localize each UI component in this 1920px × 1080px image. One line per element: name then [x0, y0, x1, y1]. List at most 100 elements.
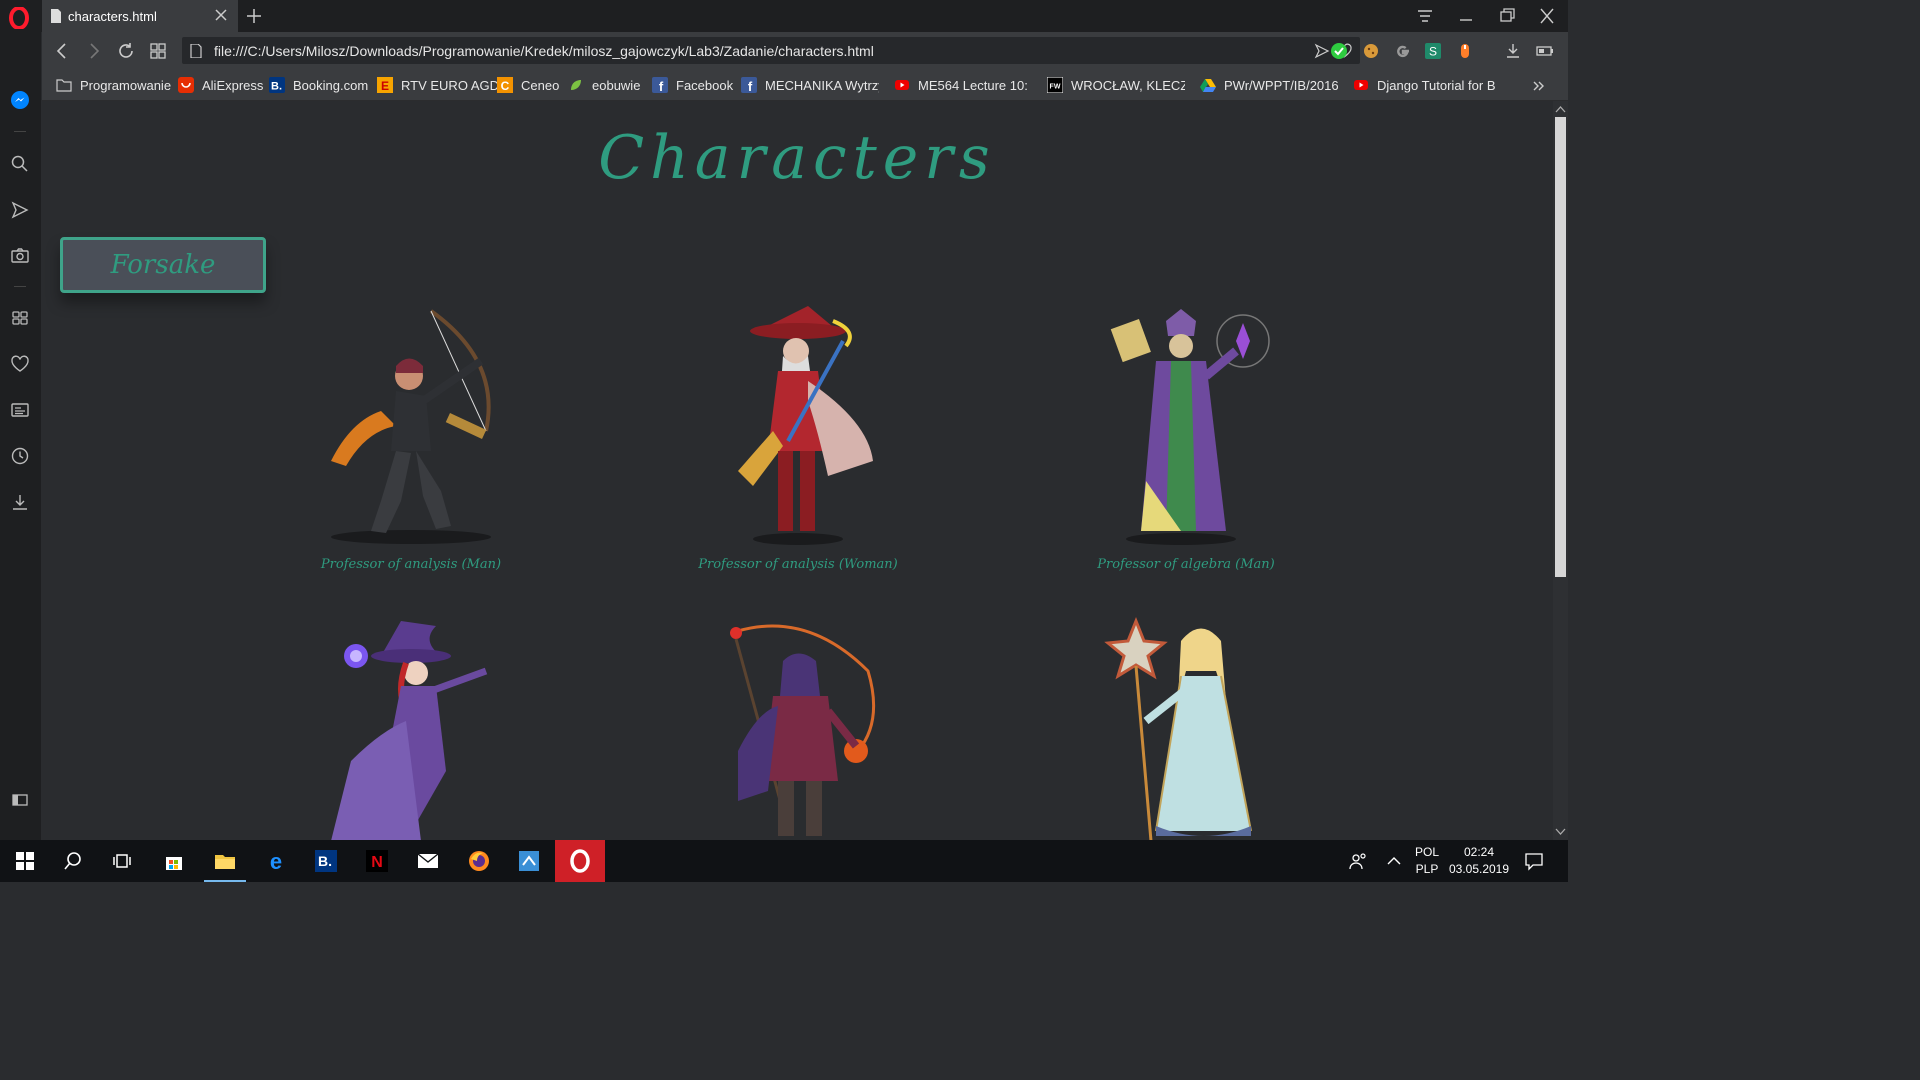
page-scrollbar[interactable] — [1553, 101, 1568, 840]
witch-figure — [331, 621, 488, 840]
character-card-red-mage[interactable]: Professor of analysis (Woman) — [648, 301, 948, 572]
active-indicator — [204, 880, 246, 882]
url-input[interactable] — [212, 41, 1314, 60]
speed-dial-icon[interactable] — [148, 41, 168, 61]
bookmark-label: ME564 Lecture 10: Ex — [918, 77, 1032, 93]
notifications-icon[interactable] — [1524, 851, 1544, 871]
downloads-icon[interactable] — [10, 492, 30, 512]
clock-time: 02:24 — [1463, 845, 1495, 859]
tab-menu-icon[interactable] — [1414, 6, 1436, 26]
downloads-icon[interactable] — [1504, 42, 1522, 60]
character-caption: Professor of algebra (Man) — [1097, 557, 1275, 572]
keyboard-layout-label: PLP — [1415, 862, 1439, 876]
bookmarks-bar: Programowanie AliExpress B. Booking.com … — [42, 70, 1568, 101]
bookmark-booking[interactable]: B. Booking.com — [269, 76, 368, 94]
close-window-icon[interactable] — [1536, 6, 1558, 26]
taskbar-booking[interactable]: B. — [301, 840, 351, 882]
bookmark-facebook[interactable]: f Facebook — [652, 76, 733, 94]
bookmark-pwr[interactable]: PWr/WPPT/IB/2016 - — [1200, 76, 1338, 94]
messenger-icon[interactable] — [10, 90, 30, 110]
cookie-extension-icon[interactable] — [1362, 42, 1380, 60]
taskbar-netflix[interactable]: N — [352, 840, 402, 882]
page-viewport: Characters Forsake Professor of analysis… — [41, 101, 1553, 840]
bookmark-label: Booking.com — [293, 77, 369, 93]
star-staff-priestess-figure — [1104, 616, 1252, 840]
s-extension-icon[interactable]: S — [1424, 42, 1442, 60]
close-tab-icon[interactable] — [212, 6, 230, 24]
taskbar-search[interactable] — [48, 840, 98, 882]
bookmark-mechanika[interactable]: f MECHANIKA Wytrzym — [741, 76, 879, 94]
character-card-archer[interactable]: Professor of analysis (Man) — [261, 301, 561, 572]
send-icon[interactable] — [1314, 43, 1330, 59]
back-icon[interactable] — [52, 41, 72, 61]
url-box[interactable] — [182, 37, 1360, 64]
character-card-sage[interactable]: Professor of algebra (Man) — [1036, 301, 1336, 572]
more-bookmarks-icon[interactable] — [1532, 79, 1546, 93]
people-icon[interactable] — [1348, 852, 1368, 870]
news-icon[interactable] — [10, 400, 30, 420]
folder-icon — [56, 79, 72, 92]
bookmark-label: Ceneo — [521, 77, 560, 93]
bookmark-label: MECHANIKA Wytrzym — [765, 77, 879, 93]
mouse-extension-icon[interactable] — [1456, 42, 1474, 60]
svg-text:E: E — [381, 79, 389, 93]
taskbar-remote-desktop[interactable] — [504, 840, 554, 882]
start-button[interactable] — [0, 840, 50, 882]
scroll-up-icon[interactable] — [1555, 103, 1566, 115]
opera-logo-icon[interactable] — [8, 7, 30, 29]
taskbar-mail[interactable] — [403, 840, 453, 882]
speed-dial-icon[interactable] — [10, 308, 30, 328]
scroll-thumb[interactable] — [1555, 117, 1566, 577]
forsake-button[interactable]: Forsake — [60, 237, 266, 293]
tab-characters[interactable]: characters.html — [42, 0, 238, 32]
taskbar-store[interactable] — [149, 840, 199, 882]
character-card-star-staff-priestess[interactable] — [1036, 611, 1336, 840]
google-extension-icon[interactable] — [1394, 42, 1412, 60]
taskbar-file-explorer[interactable] — [200, 840, 250, 882]
bookmark-eobuwie[interactable]: eobuwie — [568, 76, 640, 94]
bookmark-label: Django Tutorial for Be — [1377, 77, 1495, 93]
keyboard-language[interactable]: POL PLP — [1412, 844, 1442, 878]
taskbar-edge[interactable]: e — [251, 840, 301, 882]
bookmark-programowanie[interactable]: Programowanie — [56, 76, 171, 94]
character-caption: Professor of analysis (Man) — [320, 557, 502, 572]
heart-icon[interactable] — [10, 354, 30, 374]
booking-icon: B. — [269, 77, 285, 93]
scroll-down-icon[interactable] — [1555, 826, 1566, 838]
taskbar-firefox[interactable] — [454, 840, 504, 882]
character-card-hooded-fire-mage[interactable] — [648, 611, 948, 840]
bookmark-django[interactable]: Django Tutorial for Be — [1353, 76, 1495, 94]
bookmark-wroclaw[interactable]: FW WROCŁAW, KLECZKÓ — [1047, 76, 1185, 94]
restore-icon[interactable] — [1496, 6, 1518, 26]
bookmark-rtv-euro-agd[interactable]: E RTV EURO AGD — [377, 76, 499, 94]
history-icon[interactable] — [10, 446, 30, 466]
reload-icon[interactable] — [116, 41, 136, 61]
minimize-icon[interactable] — [1455, 6, 1477, 26]
bookmark-ceneo[interactable]: C Ceneo — [497, 76, 559, 94]
battery-saver-icon[interactable] — [1536, 42, 1554, 60]
new-tab-icon[interactable] — [244, 6, 264, 26]
store-icon — [166, 857, 182, 870]
bookmark-me564[interactable]: ME564 Lecture 10: Ex — [894, 76, 1032, 94]
fw-icon: FW — [1047, 77, 1063, 93]
task-view-button[interactable] — [97, 840, 147, 882]
taskbar-opera[interactable] — [555, 840, 605, 882]
checkmark-extension-icon[interactable] — [1330, 42, 1348, 60]
opera-sidebar — [0, 32, 41, 840]
bookmark-aliexpress[interactable]: AliExpress — [178, 76, 263, 94]
clock[interactable]: 02:24 03.05.2019 — [1444, 844, 1514, 878]
remote-desktop-icon — [519, 851, 539, 871]
sidebar-toggle-icon[interactable] — [10, 790, 30, 810]
send-icon[interactable] — [10, 200, 30, 220]
firefox-icon — [469, 851, 489, 871]
tab-title: characters.html — [68, 8, 157, 24]
page-info-icon[interactable] — [190, 43, 202, 58]
camera-icon[interactable] — [10, 246, 30, 266]
search-icon[interactable] — [10, 154, 30, 174]
facebook-icon: f — [741, 77, 757, 93]
eobuwie-icon — [571, 80, 581, 90]
chevron-up-icon[interactable] — [1386, 854, 1402, 868]
character-card-witch[interactable] — [261, 611, 561, 840]
google-drive-icon — [1200, 79, 1216, 92]
forward-icon[interactable] — [84, 41, 104, 61]
